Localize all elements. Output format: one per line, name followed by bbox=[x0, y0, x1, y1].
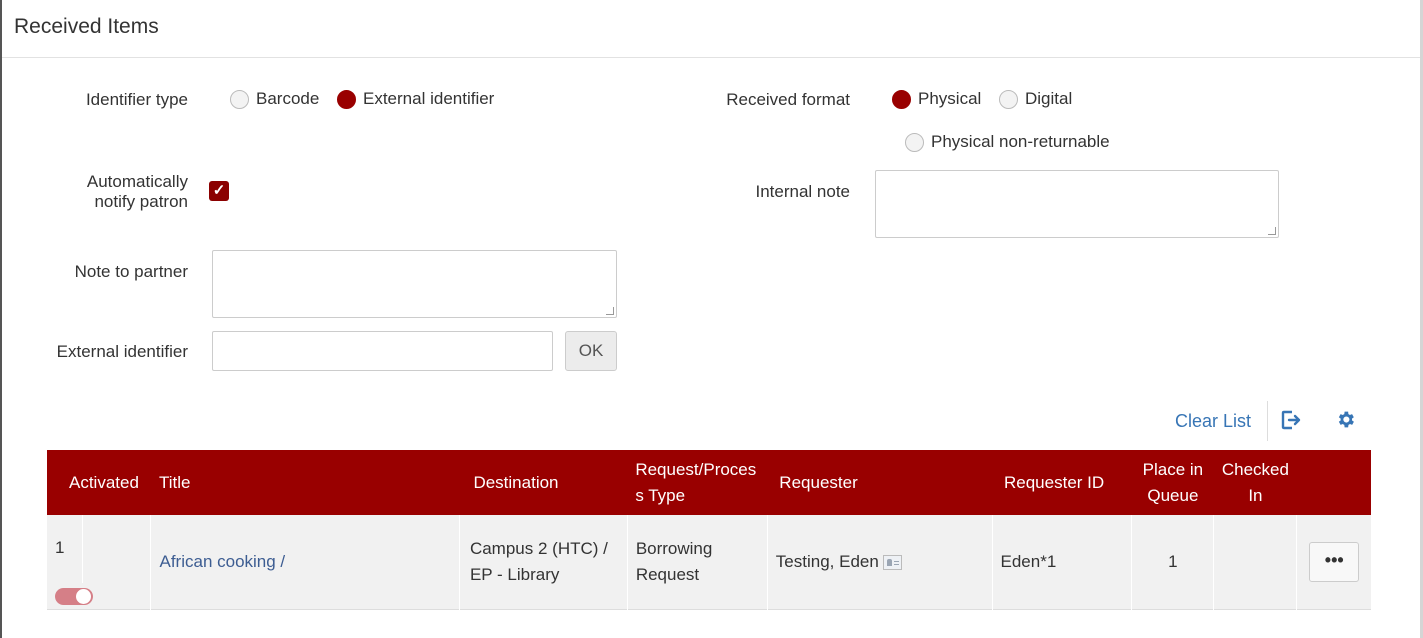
col-place-in-queue[interactable]: Place in Queue bbox=[1132, 450, 1214, 515]
radio-physical[interactable]: Physical bbox=[892, 89, 981, 109]
note-to-partner-label: Note to partner bbox=[74, 262, 188, 281]
radio-barcode[interactable]: Barcode bbox=[230, 89, 319, 109]
row-cell-activated: 1 bbox=[47, 515, 152, 610]
place-in-queue-value: 1 bbox=[1168, 552, 1178, 571]
radio-physical-dot[interactable] bbox=[892, 89, 911, 109]
row-index: 1 bbox=[55, 538, 65, 558]
col-checked-line2: In bbox=[1248, 485, 1263, 505]
auto-notify-label-line1: Automatically bbox=[86, 172, 188, 191]
patron-card-icon[interactable] bbox=[882, 555, 902, 571]
auto-notify-checkbox[interactable]: ✓ bbox=[209, 181, 229, 201]
internal-note-textarea[interactable] bbox=[875, 170, 1279, 238]
col-requester-id[interactable]: Requester ID bbox=[992, 450, 1132, 515]
radio-physical-non-returnable-label: Physical non-returnable bbox=[931, 132, 1110, 151]
request-type-line2: Request bbox=[635, 565, 700, 584]
requester-name: Testing, Eden bbox=[775, 552, 879, 571]
col-activated[interactable]: Activated bbox=[47, 450, 151, 515]
toolbar-divider bbox=[1267, 401, 1268, 441]
external-identifier-label: External identifier bbox=[56, 342, 188, 361]
radio-physical-non-returnable-dot[interactable] bbox=[905, 132, 924, 152]
received-format-label: Received format bbox=[726, 90, 850, 109]
radio-digital-dot[interactable] bbox=[999, 89, 1018, 109]
row-cell-requester: Testing, Eden bbox=[767, 515, 993, 610]
col-request-type[interactable]: Request/Proces s Type bbox=[627, 450, 767, 515]
page-header: Received Items bbox=[2, 0, 1420, 58]
radio-barcode-dot[interactable] bbox=[230, 89, 249, 109]
radio-physical-non-returnable[interactable]: Physical non-returnable bbox=[905, 132, 1110, 152]
radio-digital-label: Digital bbox=[1025, 89, 1073, 108]
toggle-knob bbox=[76, 589, 91, 605]
table-header-row: Activated Title Destination Request/Proc… bbox=[47, 450, 1371, 515]
clear-list-button[interactable]: Clear List bbox=[1175, 411, 1251, 432]
row-cell-request-type: Borrowing Request bbox=[627, 515, 768, 610]
auto-notify-label: Automatically notify patron bbox=[30, 172, 188, 212]
internal-note-label: Internal note bbox=[755, 182, 850, 201]
destination-line2: EP - Library bbox=[469, 565, 560, 584]
row-cell-place-in-queue: 1 bbox=[1131, 515, 1215, 610]
activated-toggle[interactable] bbox=[55, 588, 93, 606]
auto-notify-label-line2: notify patron bbox=[94, 192, 188, 211]
note-to-partner-textarea[interactable] bbox=[212, 250, 617, 318]
export-icon[interactable] bbox=[1280, 409, 1302, 436]
row-cell-destination: Campus 2 (HTC) / EP - Library bbox=[459, 515, 628, 610]
col-checked-line1: Checked bbox=[1221, 459, 1289, 479]
radio-external-identifier-dot[interactable] bbox=[337, 89, 356, 109]
radio-digital[interactable]: Digital bbox=[999, 89, 1072, 109]
table-row[interactable]: 1 African cooking / Campus 2 (HTC) / EP … bbox=[47, 515, 1371, 610]
identifier-type-label: Identifier type bbox=[85, 90, 188, 109]
title-link[interactable]: African cooking / bbox=[159, 552, 285, 571]
col-destination[interactable]: Destination bbox=[459, 450, 627, 515]
requester-id-value: Eden*1 bbox=[1000, 552, 1057, 571]
resize-grip-icon[interactable] bbox=[606, 307, 614, 315]
col-checked-in[interactable]: Checked In bbox=[1214, 450, 1297, 515]
col-request-type-line2: s Type bbox=[635, 485, 686, 505]
row-cell-title: African cooking / bbox=[150, 515, 460, 610]
col-place-line1: Place in bbox=[1142, 459, 1204, 479]
row-cell-requester-id: Eden*1 bbox=[992, 515, 1133, 610]
destination-line1: Campus 2 (HTC) / bbox=[469, 539, 608, 558]
ok-button[interactable]: OK bbox=[565, 331, 617, 371]
radio-external-identifier[interactable]: External identifier bbox=[337, 89, 494, 109]
row-actions-button[interactable]: ••• bbox=[1309, 542, 1360, 582]
radio-barcode-label: Barcode bbox=[256, 89, 320, 108]
resize-grip-icon[interactable] bbox=[1268, 227, 1276, 235]
row-cell-actions: ••• bbox=[1297, 515, 1371, 610]
col-requester[interactable]: Requester bbox=[767, 450, 992, 515]
col-request-type-line1: Request/Proces bbox=[635, 459, 757, 479]
page-title: Received Items bbox=[14, 15, 159, 38]
col-title[interactable]: Title bbox=[151, 450, 459, 515]
gear-icon[interactable] bbox=[1335, 409, 1356, 435]
radio-physical-label: Physical bbox=[918, 89, 982, 108]
col-actions bbox=[1297, 450, 1371, 515]
received-items-table: Activated Title Destination Request/Proc… bbox=[47, 450, 1371, 610]
col-place-line2: Queue bbox=[1147, 485, 1199, 505]
external-identifier-input[interactable] bbox=[212, 331, 553, 371]
row-index-divider bbox=[81, 515, 83, 583]
request-type-line1: Borrowing bbox=[635, 539, 713, 558]
row-cell-checked-in bbox=[1213, 515, 1298, 610]
radio-external-identifier-label: External identifier bbox=[363, 89, 495, 108]
